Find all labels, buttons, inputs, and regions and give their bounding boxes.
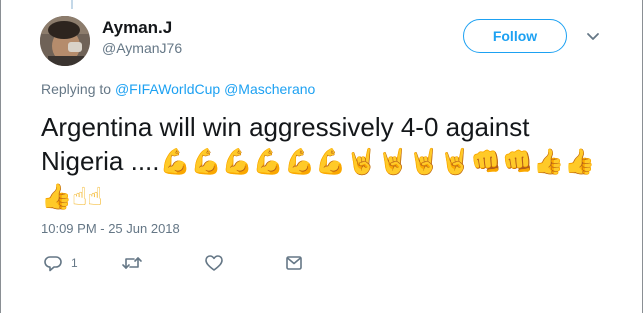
- flexed-biceps-emoji: 💪: [159, 147, 191, 176]
- left-border: [0, 0, 1, 313]
- reply-count: 1: [71, 256, 78, 270]
- mention-link-fifaworldcup[interactable]: @FIFAWorldCup: [115, 81, 220, 97]
- sign-of-horns-emoji: 🤘: [346, 147, 378, 176]
- like-icon: [205, 255, 223, 271]
- avatar[interactable]: [40, 16, 90, 66]
- author-display-name[interactable]: Ayman.J: [102, 18, 172, 38]
- replying-to-line: Replying to @FIFAWorldCup @Mascherano: [41, 81, 315, 97]
- sign-of-horns-emoji: 🤘: [439, 147, 471, 176]
- sign-of-horns-emoji: 🤘: [408, 147, 440, 176]
- follow-button[interactable]: Follow: [463, 19, 567, 53]
- sign-of-horns-emoji: 🤘: [377, 147, 409, 176]
- right-border: [642, 0, 643, 313]
- flexed-biceps-emoji: 💪: [221, 147, 253, 176]
- flexed-biceps-emoji: 💪: [284, 147, 316, 176]
- replying-prefix: Replying to: [41, 81, 112, 97]
- thread-connector: [71, 0, 73, 9]
- retweet-icon: [122, 257, 142, 269]
- direct-message-button[interactable]: [284, 252, 304, 274]
- mention-link-mascherano[interactable]: @Mascherano: [224, 81, 315, 97]
- like-button[interactable]: [204, 252, 224, 274]
- tweet-text: Argentina will win aggressively 4-0 agai…: [41, 110, 601, 214]
- tweet-timestamp[interactable]: 10:09 PM - 25 Jun 2018: [41, 221, 180, 236]
- index-pointing-up-emoji: ☝: [87, 182, 103, 211]
- oncoming-fist-emoji: 👊: [470, 147, 503, 176]
- flexed-biceps-emoji: 💪: [252, 147, 285, 176]
- reply-icon: [44, 256, 62, 272]
- thumbs-up-emoji: 👍: [41, 182, 73, 211]
- caret-down-icon[interactable]: [584, 30, 602, 44]
- avatar-image: [40, 16, 90, 66]
- flexed-biceps-emoji: 💪: [190, 147, 222, 176]
- thumbs-up-emoji: 👍: [564, 147, 596, 176]
- thumbs-up-emoji: 👍: [533, 147, 565, 176]
- retweet-button[interactable]: [121, 252, 143, 274]
- flexed-biceps-emoji: 💪: [315, 147, 347, 176]
- reply-button[interactable]: 1: [43, 252, 78, 274]
- direct-message-icon: [286, 256, 302, 270]
- index-pointing-up-emoji: ☝: [72, 182, 88, 211]
- oncoming-fist-emoji: 👊: [502, 147, 534, 176]
- author-handle[interactable]: @AymanJ76: [102, 40, 182, 56]
